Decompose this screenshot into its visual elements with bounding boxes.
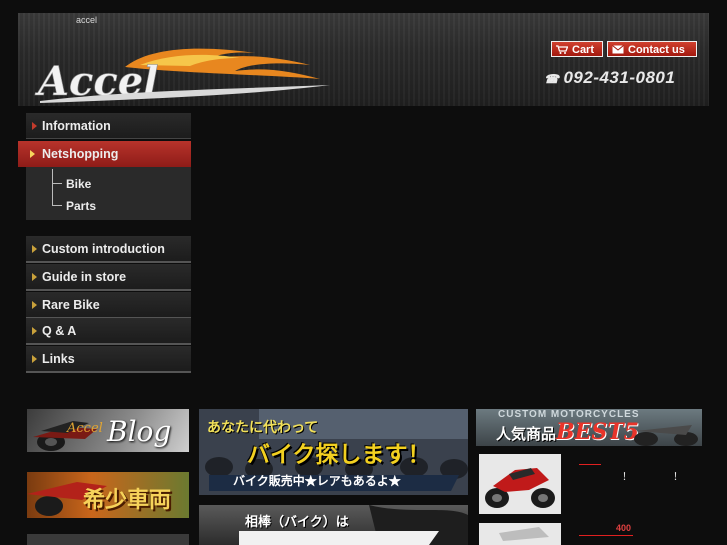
arrow-icon <box>32 122 37 130</box>
cart-button[interactable]: Cart <box>551 41 603 57</box>
product-2-link-line[interactable] <box>579 535 633 536</box>
search-main: バイク探します！ <box>247 441 431 467</box>
nav-information[interactable]: Information <box>26 113 191 139</box>
nav-custom-introduction[interactable]: Custom introduction <box>26 236 191 263</box>
page: accel Accel Cart Contact us ☎ 092-431-080… <box>0 0 727 545</box>
best5-banner[interactable]: CUSTOM MOTORCYCLES 人気商品 BEST5 <box>476 409 702 446</box>
rare-vehicles-banner[interactable]: 希少車両 <box>27 472 189 518</box>
arrow-icon <box>32 245 37 253</box>
search-top: あなたに代わって <box>207 419 319 435</box>
arrow-icon <box>32 355 37 363</box>
nav-q-and-a[interactable]: Q & A <box>26 318 191 345</box>
site-header: accel Accel Cart Contact us ☎ 092-431-080… <box>18 13 709 106</box>
phone-number: ☎ 092-431-0801 <box>544 68 676 87</box>
blog-banner[interactable]: Accel Blog <box>27 409 189 452</box>
cart-label: Cart <box>572 44 595 56</box>
product-2-image[interactable] <box>479 523 561 545</box>
site-name: accel <box>76 15 98 25</box>
nav-links[interactable]: Links <box>26 346 191 373</box>
sell-top: 相棒（バイク）は <box>245 514 349 529</box>
motorcycle-image <box>499 527 549 541</box>
product-1-link-line[interactable] <box>579 464 601 465</box>
cart-icon <box>556 45 568 54</box>
tree-line <box>52 169 62 205</box>
contact-label: Contact us <box>628 44 685 56</box>
rare-title: 希少車両 <box>83 487 172 512</box>
search-sub: バイク販売中★レアもあるよ★ <box>233 474 401 488</box>
bottom-left-banner[interactable] <box>27 534 189 545</box>
mail-icon <box>612 45 624 54</box>
nav-guide-in-store[interactable]: Guide in store <box>26 264 191 291</box>
blog-title: Blog <box>107 415 172 448</box>
best5-main: 人気商品 <box>496 426 557 443</box>
phone-icon: ☎ <box>544 72 560 86</box>
blog-prefix: Accel <box>67 421 103 436</box>
product-1-text: ！ <box>673 472 683 483</box>
accel-logo[interactable]: Accel <box>30 45 330 105</box>
product-1-text: ！ <box>622 472 632 483</box>
bike-search-banner[interactable]: あなたに代わって バイク探します！ バイク販売中★レアもあるよ★ <box>199 409 468 495</box>
netshopping-subnav: Bike Parts <box>26 167 191 220</box>
secondary-nav: Custom introduction Guide in store Rare … <box>26 236 191 374</box>
subnav-parts[interactable]: Parts <box>66 199 96 213</box>
red-motorcycle-image <box>485 468 555 508</box>
nav-netshopping[interactable]: Netshopping <box>18 141 191 167</box>
motorcycle-image <box>634 425 698 446</box>
subnav-bike[interactable]: Bike <box>66 177 91 191</box>
arrow-icon <box>32 301 37 309</box>
arrow-icon <box>30 150 35 158</box>
product-1-image[interactable] <box>479 454 561 514</box>
contact-button[interactable]: Contact us <box>607 41 697 57</box>
nav-rare-bike[interactable]: Rare Bike <box>26 292 191 319</box>
product-2-price[interactable]: 400 <box>616 523 631 533</box>
arrow-icon <box>32 327 37 335</box>
arrow-icon <box>32 273 37 281</box>
sell-bike-banner[interactable]: 相棒（バイク）は <box>199 505 468 545</box>
